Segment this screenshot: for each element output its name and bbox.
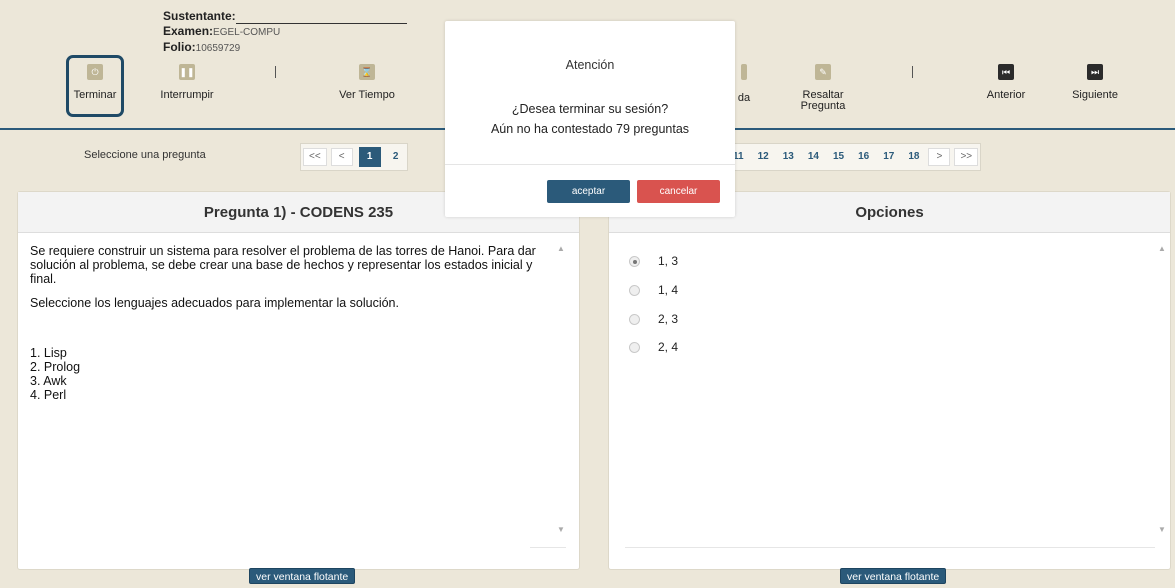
folio-value: 10659729: [195, 43, 241, 54]
pager-page[interactable]: 15: [826, 144, 851, 170]
pager-left: << < 1 2: [300, 143, 408, 171]
dialog-unanswered-count: Aún no ha contestado 79 preguntas: [490, 122, 690, 136]
pager-page[interactable]: 1: [358, 147, 381, 167]
options-scrollbar[interactable]: ▲ ▼: [1156, 244, 1168, 534]
interrumpir-label: Interrumpir: [160, 89, 214, 101]
question-scrollbar[interactable]: ▲ ▼: [555, 244, 567, 534]
option-label: 1, 3: [658, 254, 679, 268]
option-radio-selected[interactable]: [629, 255, 640, 267]
option-4[interactable]: 2, 4: [629, 340, 678, 354]
confirm-dialog: Atención ¿Desea terminar su sesión? Aún …: [445, 21, 735, 217]
interrumpir-button[interactable]: ❚❚ Interrumpir: [157, 64, 217, 101]
scroll-down-icon: ▼: [1158, 525, 1166, 534]
question-panel: Pregunta 1) - CODENS 235 Se requiere con…: [17, 191, 580, 570]
option-2[interactable]: 1, 4: [629, 283, 678, 297]
help-icon: [741, 64, 747, 80]
list-item: 4. Perl: [30, 388, 67, 402]
question-paragraph: Se requiere construir un sistema para re…: [30, 244, 536, 286]
divider: [625, 547, 1155, 548]
dialog-question: ¿Desea terminar su sesión?: [511, 102, 669, 116]
pager-last[interactable]: >>: [954, 148, 979, 166]
divider: [530, 547, 566, 548]
scroll-up-icon: ▲: [1158, 244, 1166, 253]
dialog-divider: [445, 164, 735, 165]
siguiente-button[interactable]: ⏭ Siguiente: [1070, 64, 1120, 101]
next-icon: ⏭: [1087, 64, 1103, 80]
resaltar-label-line2: Pregunta: [800, 100, 846, 112]
options-panel: Opciones 1, 3 1, 4 2, 3 2, 4 ▲ ▼: [608, 191, 1171, 570]
folio-label: Folio:: [163, 40, 196, 54]
sustentante-label: Sustentante:: [163, 9, 236, 23]
list-item: 1. Lisp: [30, 346, 67, 360]
pager-page[interactable]: 14: [801, 144, 826, 170]
scroll-up-icon: ▲: [557, 244, 565, 253]
examen-label: Examen:: [163, 24, 214, 38]
question-instruction: Seleccione los lenguajes adecuados para …: [30, 296, 399, 310]
pager-prev[interactable]: <: [330, 148, 353, 166]
option-radio[interactable]: [629, 284, 640, 296]
siguiente-label: Siguiente: [1072, 89, 1118, 101]
terminar-button[interactable]: ⏻ Terminar: [72, 64, 118, 101]
option-label: 2, 4: [658, 340, 679, 354]
ver-tiempo-label: Ver Tiempo: [339, 89, 395, 101]
pager-page[interactable]: 13: [776, 144, 801, 170]
anterior-button[interactable]: ⏮ Anterior: [985, 64, 1027, 101]
toolbar-separator: [275, 66, 276, 78]
option-radio[interactable]: [629, 341, 640, 353]
ayuda-button[interactable]: da: [734, 64, 754, 104]
question-body: Se requiere construir un sistema para re…: [30, 244, 550, 402]
highlight-icon: ✎: [815, 64, 831, 80]
pager-page[interactable]: 2: [385, 144, 407, 170]
previous-icon: ⏮: [998, 64, 1014, 80]
pager-page[interactable]: 17: [876, 144, 901, 170]
option-1[interactable]: 1, 3: [629, 254, 678, 268]
floating-window-button-question[interactable]: ver ventana flotante: [249, 568, 356, 584]
pager-page[interactable]: 18: [901, 144, 926, 170]
pager-page[interactable]: 16: [851, 144, 876, 170]
ayuda-label: da: [737, 92, 751, 104]
pager-next[interactable]: >: [928, 148, 951, 166]
option-3[interactable]: 2, 3: [629, 312, 678, 326]
list-item: 3. Awk: [30, 374, 67, 388]
scroll-down-icon: ▼: [557, 525, 565, 534]
option-radio[interactable]: [629, 313, 640, 325]
option-label: 1, 4: [658, 283, 679, 297]
floating-window-button-options[interactable]: ver ventana flotante: [840, 568, 947, 584]
sustentante-line: [235, 13, 407, 24]
accept-button[interactable]: aceptar: [547, 180, 630, 203]
clock-icon: ⌛: [359, 64, 375, 80]
candidate-info: Sustentante: Examen:EGEL-COMPU Folio:106…: [163, 9, 407, 56]
option-label: 2, 3: [658, 312, 679, 326]
toolbar-separator: [912, 66, 913, 78]
list-item: 2. Prolog: [30, 360, 81, 374]
dialog-message: ¿Desea terminar su sesión? Aún no ha con…: [445, 99, 735, 139]
ver-tiempo-button[interactable]: ⌛ Ver Tiempo: [336, 64, 398, 101]
pause-icon: ❚❚: [179, 64, 195, 80]
dialog-title: Atención: [565, 58, 615, 72]
anterior-label: Anterior: [986, 89, 1026, 101]
terminar-label: Terminar: [73, 89, 117, 101]
pager-page[interactable]: 12: [751, 144, 776, 170]
pager-first[interactable]: <<: [303, 148, 327, 166]
cancel-button[interactable]: cancelar: [637, 180, 720, 203]
examen-value: EGEL-COMPU: [213, 27, 281, 38]
question-items: 1. Lisp 2. Prolog 3. Awk 4. Perl: [30, 346, 550, 402]
pager-label: Seleccione una pregunta: [84, 149, 206, 161]
resaltar-pregunta-button[interactable]: ✎ Resaltar Pregunta: [796, 64, 850, 112]
pager-right: 11 12 13 14 15 16 17 18 > >>: [726, 143, 982, 171]
power-icon: ⏻: [87, 64, 103, 80]
